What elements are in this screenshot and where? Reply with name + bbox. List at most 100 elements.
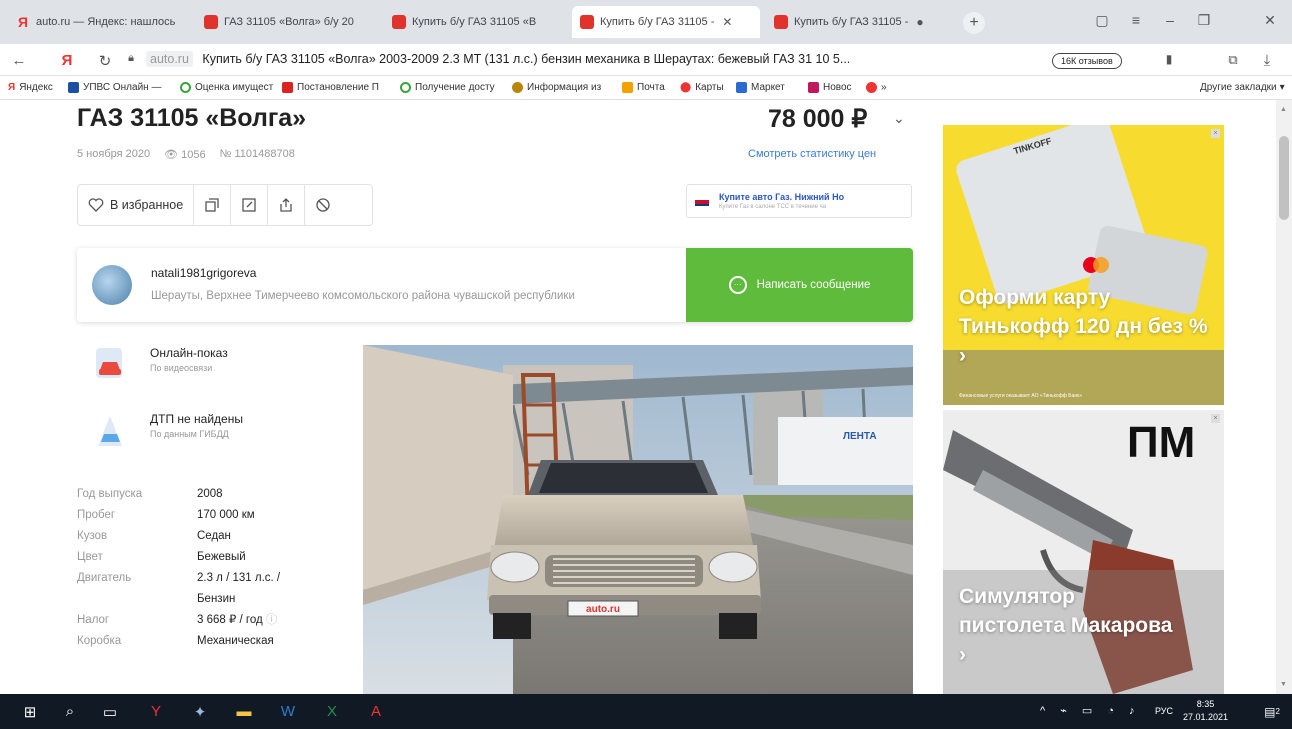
app-icon[interactable]: ✦: [180, 694, 220, 729]
close-icon[interactable]: ×: [1211, 414, 1220, 423]
url-field[interactable]: auto.ru Купить б/у ГАЗ 31105 «Волга» 200…: [146, 51, 850, 67]
bookmark-item[interactable]: УПВС Онлайн —: [68, 82, 161, 93]
tab-active[interactable]: Купить б/у ГАЗ 31105 - ✕: [572, 6, 760, 38]
language-indicator[interactable]: РУС: [1155, 706, 1173, 716]
download-icon[interactable]: ⤓: [1258, 52, 1276, 69]
price-stats-link[interactable]: Смотреть статистику цен: [748, 148, 876, 160]
tab-2[interactable]: ГАЗ 31105 «Волга» б/у 20: [196, 6, 374, 38]
maximize-icon[interactable]: ❐: [1192, 12, 1216, 29]
task-view-icon[interactable]: ▭: [90, 694, 130, 729]
tab-label: Купить б/у ГАЗ 31105 -: [794, 16, 909, 28]
seller-name[interactable]: natali1981grigoreva: [151, 266, 256, 280]
bookmark-label: Карты: [695, 82, 724, 93]
ad-subtitle: Купите Газ в салоне ТСС в течение ча: [719, 204, 827, 210]
favorite-button[interactable]: В избранное: [78, 185, 195, 225]
bookmark-item[interactable]: Оценка имущест: [180, 82, 273, 93]
flag-icon: [695, 196, 709, 206]
lock-icon[interactable]: 🔒︎: [122, 52, 140, 65]
other-bookmarks[interactable]: Другие закладки ▾: [1200, 82, 1285, 93]
word-icon[interactable]: W: [268, 694, 308, 729]
listing-price[interactable]: 78 000 ₽: [768, 104, 867, 134]
pdf-icon[interactable]: A: [356, 694, 396, 729]
new-tab-button[interactable]: +: [963, 12, 985, 34]
bookmark-item[interactable]: Получение досту: [400, 82, 495, 93]
close-icon[interactable]: ×: [1211, 129, 1220, 138]
clock[interactable]: 8:35 27.01.2021: [1183, 698, 1228, 724]
notifications-icon[interactable]: ▤ 2: [1252, 694, 1292, 729]
reviews-badge[interactable]: 16К отзывов: [1052, 53, 1122, 69]
tab-label: auto.ru — Яндекс: нашлось: [36, 16, 176, 28]
bookmark-item[interactable]: Постановление П: [282, 82, 379, 93]
note-button[interactable]: [231, 185, 269, 225]
write-message-button[interactable]: ··· Написать сообщение: [686, 248, 913, 322]
spec-value: 3 668 ₽ / год ⓘ: [197, 610, 357, 631]
collections-icon[interactable]: ▢: [1090, 12, 1114, 29]
spec-value: Бежевый: [197, 551, 246, 563]
reload-icon[interactable]: ↻: [96, 52, 114, 70]
write-message-label: Написать сообщение: [756, 279, 871, 291]
emblem-icon: [512, 82, 523, 93]
tinkoff-ad[interactable]: TINKOFF Оформи карту Тинькофф 120 дн без…: [943, 125, 1224, 405]
yandex-logo[interactable]: Я: [58, 52, 76, 69]
bookmark-item[interactable]: ⬤ Карты: [680, 82, 724, 93]
scroll-down-icon[interactable]: ▼: [1280, 681, 1287, 688]
bookmark-item[interactable]: Почта: [622, 82, 665, 93]
chat-icon: ···: [728, 276, 747, 294]
spec-row: Коробка Механическая: [77, 631, 357, 652]
close-icon[interactable]: ✕: [722, 15, 732, 29]
spec-key: Налог: [77, 614, 110, 626]
file-explorer-icon[interactable]: ▬: [224, 694, 264, 729]
ad-text: Оформи карту Тинькофф 120 дн без % ›: [959, 286, 1208, 367]
loop-icon: [400, 82, 411, 93]
close-icon[interactable]: ●: [916, 15, 923, 29]
share-button[interactable]: [268, 185, 306, 225]
windows-start-icon[interactable]: ⊞: [10, 694, 50, 729]
extensions-icon[interactable]: ⧉: [1224, 52, 1242, 68]
info-icon[interactable]: ⓘ: [266, 614, 278, 626]
tab-3[interactable]: Купить б/у ГАЗ 31105 «В: [384, 6, 562, 38]
listing-views: 👁︎ 1056: [164, 148, 206, 161]
scrollbar-thumb[interactable]: [1279, 136, 1289, 220]
bookmark-item[interactable]: Я Яндекс: [8, 82, 53, 93]
feature-subtitle: По видеосвязи: [150, 363, 213, 373]
feature-subtitle: По данным ГИБДД: [150, 429, 229, 439]
loop-icon: [180, 82, 191, 93]
page-content: ГАЗ 31105 «Волга» 78 000 ₽ ⌄ 5 ноября 20…: [0, 100, 1292, 694]
search-icon[interactable]: ⌕: [50, 694, 90, 729]
compare-icon: [205, 198, 219, 212]
bookmark-item[interactable]: Информация из: [512, 82, 601, 93]
back-icon[interactable]: ←: [10, 52, 28, 69]
listing-title: ГАЗ 31105 «Волга»: [77, 104, 307, 132]
listing-date: 5 ноября 2020: [77, 148, 151, 160]
minimize-icon[interactable]: –: [1158, 12, 1182, 28]
bookmark-item[interactable]: Маркет: [736, 82, 785, 93]
bookmark-label: Получение досту: [415, 82, 495, 93]
system-tray[interactable]: ^ ⌁ ▭ ◔ ♪: [1040, 704, 1141, 717]
bookmark-label: Новос: [823, 82, 852, 93]
scroll-up-icon[interactable]: ▲: [1280, 106, 1287, 113]
avatar[interactable]: [92, 265, 132, 305]
bookmark-icon[interactable]: ▮: [1160, 52, 1178, 66]
block-button[interactable]: [305, 185, 341, 225]
chevron-down-icon[interactable]: ⌄: [893, 110, 905, 127]
spec-key: Кузов: [77, 530, 108, 542]
tab-5[interactable]: Купить б/у ГАЗ 31105 - ●: [766, 6, 954, 38]
bookmark-item[interactable]: »: [866, 82, 887, 93]
compare-button[interactable]: [194, 185, 232, 225]
autoru-icon: [204, 15, 218, 29]
favorite-label: В избранное: [110, 198, 184, 212]
pistol-simulator-ad[interactable]: ПМ Симулятор пистолета Макарова › ×: [943, 410, 1224, 694]
scrollbar[interactable]: ▲ ▼: [1276, 100, 1292, 694]
context-ad[interactable]: Купите авто Газ. Нижний Но Купите Газ в …: [686, 184, 912, 218]
clock-date: 27.01.2021: [1183, 712, 1229, 722]
spec-key: Цвет: [77, 551, 103, 563]
menu-icon[interactable]: ≡: [1124, 12, 1148, 28]
edit-icon: [242, 198, 256, 212]
car-photo[interactable]: ЛЕНТА auto.ru: [363, 345, 913, 694]
excel-icon[interactable]: X: [312, 694, 352, 729]
yandex-browser-icon[interactable]: Y: [136, 694, 176, 729]
close-window-icon[interactable]: ✕: [1258, 12, 1282, 29]
tab-1[interactable]: Я auto.ru — Яндекс: нашлось: [8, 6, 186, 38]
yandex-icon: Я: [17, 14, 29, 30]
bookmark-item[interactable]: Новос: [808, 82, 852, 93]
